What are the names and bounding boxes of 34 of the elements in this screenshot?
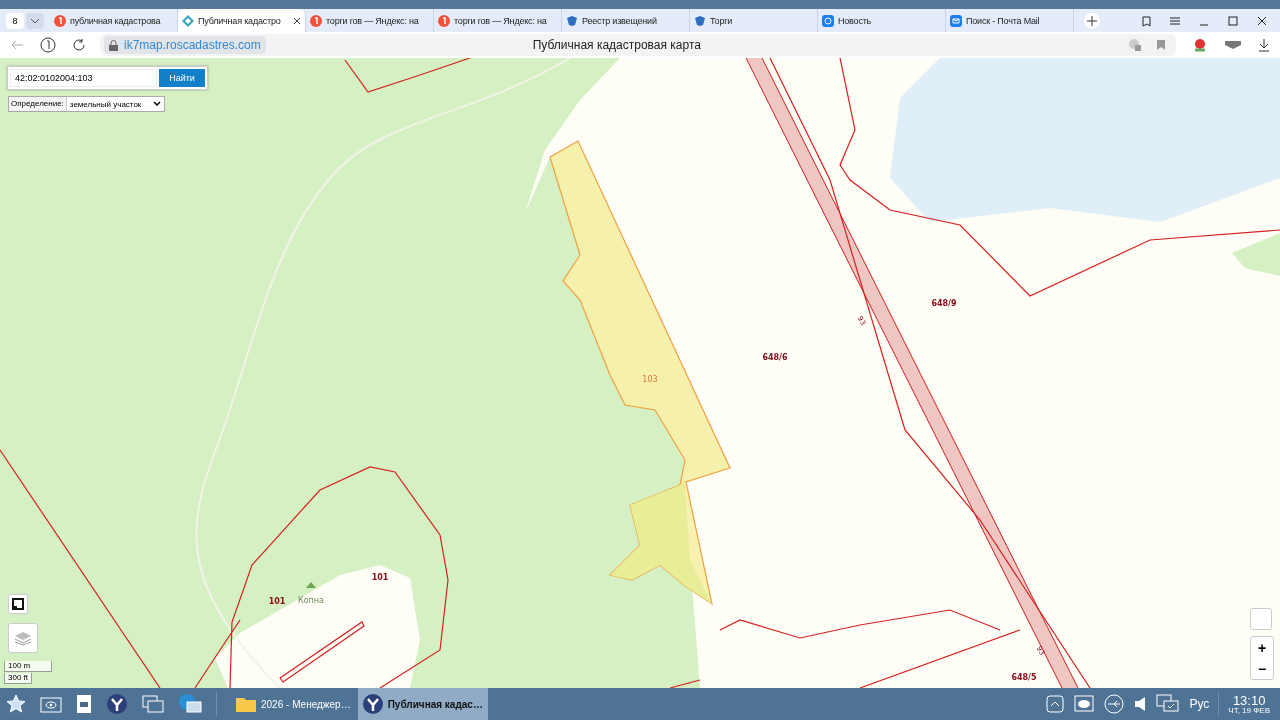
map-label: 648/6 <box>762 354 788 362</box>
browser-tab[interactable]: Публичная кадастро <box>178 9 306 32</box>
keyboard-layout-indicator[interactable]: Рус <box>1189 697 1210 711</box>
clock-time[interactable]: 13:10 <box>1232 693 1266 707</box>
map-label: 648/9 <box>931 300 957 308</box>
tab-title: публичная кадастрова <box>70 15 162 26</box>
map-label: 101 <box>371 574 389 582</box>
mode-dropdown[interactable]: земельный участок <box>66 99 165 109</box>
window-title: Публичная кадас… <box>387 698 483 710</box>
tab-title: Поиск - Почта Mail <box>966 15 1041 26</box>
clock-date[interactable]: ЧТ, 19 ФЕВ <box>1228 706 1270 715</box>
tab-title: торги гов — Яндекс: на <box>326 15 420 26</box>
map-label: 103 <box>642 376 658 384</box>
mode-label: Определение: <box>9 97 67 111</box>
map-label: 101 <box>268 598 286 606</box>
tab-count-button[interactable]: 8 <box>6 12 24 29</box>
tab-title: Реестр извещений <box>582 15 658 26</box>
address-bar[interactable]: ik7map.roscadastres.com Публичная кадастровая карта <box>100 34 1176 56</box>
page-title: Публичная кадастровая карта <box>531 38 702 52</box>
tab-title: торги гов — Яндекс: на <box>454 15 548 26</box>
zoom-out-button[interactable]: − <box>1251 658 1273 679</box>
scale-bar: 300 ft <box>4 673 32 684</box>
cadastral-number-field[interactable]: 42:02:0102004:103 <box>10 69 157 87</box>
window-title: 2026 - Менеджер… <box>261 698 351 710</box>
scale-bar: 100 m <box>4 661 52 672</box>
tab-title: Публичная кадастро <box>198 15 282 26</box>
map-label: Копна <box>298 597 324 605</box>
search-button[interactable]: Найти <box>159 69 205 87</box>
taskbar-window[interactable]: 2026 - Менеджер… <box>231 688 356 720</box>
tab-title: Торги <box>710 15 734 26</box>
taskbar-window[interactable]: Публичная кадас… <box>357 688 488 720</box>
zoom-in-button[interactable]: + <box>1251 637 1273 658</box>
tab-title: Новость <box>838 15 873 26</box>
map-label: 648/5 <box>1011 674 1037 682</box>
